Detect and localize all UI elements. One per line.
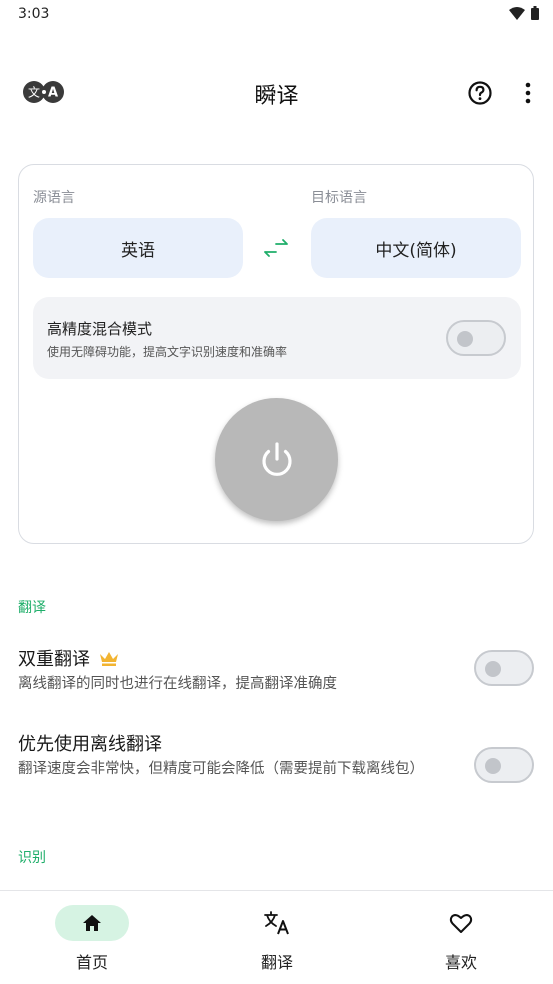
- swap-icon[interactable]: [262, 236, 290, 260]
- translate-icon: [264, 911, 289, 935]
- hq-mode-subtitle: 使用无障碍功能，提高文字识别速度和准确率: [47, 345, 288, 359]
- target-language-label: 目标语言: [311, 190, 367, 206]
- bottom-nav-divider: [0, 890, 553, 891]
- dual-translate-toggle[interactable]: [474, 650, 534, 686]
- dual-translate-title: 双重翻译: [18, 649, 90, 670]
- section-title-recognize: 识别: [18, 850, 46, 866]
- more-vert-icon[interactable]: [518, 80, 538, 106]
- target-language-button[interactable]: 中文(简体): [311, 218, 521, 278]
- wifi-icon: [509, 6, 525, 20]
- dual-translate-title-row: 双重翻译: [18, 645, 120, 671]
- offline-first-title: 优先使用离线翻译: [18, 734, 162, 755]
- status-time: 3:03: [18, 6, 50, 22]
- home-icon: [83, 915, 101, 931]
- toggle-knob: [485, 758, 501, 774]
- source-language-button[interactable]: 英语: [33, 218, 243, 278]
- power-button[interactable]: [215, 398, 338, 521]
- help-icon[interactable]: [467, 80, 493, 106]
- nav-item-favorites[interactable]: 喜欢: [401, 905, 521, 973]
- status-icons: [509, 6, 539, 20]
- hq-mode-title: 高精度混合模式: [47, 320, 153, 338]
- nav-active-indicator: [55, 905, 129, 941]
- power-icon: [261, 441, 292, 476]
- battery-icon: [531, 6, 539, 20]
- crown-icon: [100, 652, 118, 666]
- source-language-label: 源语言: [33, 190, 75, 206]
- toggle-knob: [485, 661, 501, 677]
- hq-mode-toggle[interactable]: [446, 320, 506, 356]
- dual-translate-subtitle: 离线翻译的同时也进行在线翻译，提高翻译准确度: [18, 676, 337, 692]
- toggle-knob: [457, 331, 473, 347]
- nav-item-translate[interactable]: 翻译: [217, 905, 337, 973]
- nav-item-home[interactable]: 首页: [32, 905, 152, 973]
- nav-label-home: 首页: [75, 953, 108, 972]
- nav-icon-holder: [240, 905, 314, 941]
- offline-first-toggle[interactable]: [474, 747, 534, 783]
- section-title-translate: 翻译: [18, 600, 46, 616]
- nav-label-favorites: 喜欢: [444, 953, 477, 972]
- heart-icon: [449, 914, 473, 933]
- nav-icon-holder: [424, 905, 498, 941]
- nav-label-translate: 翻译: [260, 953, 293, 972]
- offline-first-subtitle: 翻译速度会非常快，但精度可能会降低（需要提前下载离线包）: [18, 761, 424, 777]
